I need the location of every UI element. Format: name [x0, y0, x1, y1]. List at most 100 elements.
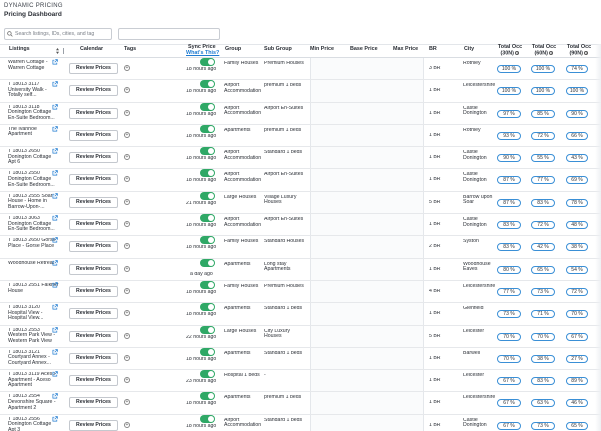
sync-price-toggle[interactable] — [200, 303, 215, 312]
external-link-icon[interactable] — [52, 371, 58, 377]
listing-group[interactable]: Airport Accommodation — [224, 172, 262, 183]
listing-group[interactable]: Large Houses — [224, 329, 262, 335]
add-tag-icon[interactable]: + — [124, 287, 130, 294]
external-link-icon[interactable] — [52, 193, 58, 199]
listing-group[interactable]: Apartments — [224, 262, 262, 268]
review-prices-button[interactable]: Review Prices — [69, 196, 118, 208]
review-prices-button[interactable]: Review Prices — [69, 219, 118, 231]
external-link-icon[interactable] — [52, 326, 58, 333]
review-prices-button[interactable]: Review Prices — [69, 263, 118, 275]
external-link-icon[interactable] — [52, 415, 58, 422]
sync-price-toggle[interactable] — [200, 392, 215, 401]
listing-group[interactable]: Family Houses — [224, 239, 262, 245]
add-tag-icon[interactable]: + — [124, 377, 130, 384]
listing-group[interactable]: Airport Accommodation — [224, 217, 262, 228]
review-prices-button[interactable]: Review Prices — [69, 174, 118, 186]
review-prices-button[interactable]: Review Prices — [69, 330, 118, 342]
listing-group[interactable]: Apartments — [224, 351, 262, 357]
listing-sub-group[interactable]: Standard 1 beds — [264, 418, 308, 424]
sync-price-toggle[interactable] — [200, 280, 215, 289]
listing-sub-group[interactable]: Standard 1 beds — [264, 351, 308, 357]
listing-sub-group[interactable]: - — [264, 373, 308, 379]
add-tag-icon[interactable]: + — [124, 109, 130, 116]
listing-group[interactable]: Hospital 1 beds — [224, 373, 262, 379]
add-tag-icon[interactable]: + — [124, 176, 130, 183]
whats-this-link[interactable]: What's This? — [186, 50, 219, 56]
listing-group[interactable]: Family Houses — [224, 284, 262, 290]
sync-price-toggle[interactable] — [200, 258, 215, 267]
external-link-icon[interactable] — [52, 259, 58, 266]
add-tag-icon[interactable]: + — [124, 65, 130, 71]
add-tag-icon[interactable]: + — [124, 310, 130, 317]
review-prices-button[interactable]: Review Prices — [69, 419, 118, 431]
listing-sub-group[interactable]: Standard 1 beds — [264, 306, 308, 312]
sync-price-toggle[interactable] — [200, 347, 215, 356]
external-link-icon[interactable] — [52, 237, 58, 243]
sync-price-toggle[interactable] — [200, 370, 215, 379]
review-prices-button[interactable]: Review Prices — [69, 308, 118, 320]
add-tag-icon[interactable]: + — [124, 399, 130, 406]
sync-price-toggle[interactable] — [200, 414, 215, 423]
sync-price-toggle[interactable] — [200, 191, 215, 200]
listing-group[interactable]: Large Houses — [224, 195, 262, 201]
review-prices-button[interactable]: Review Prices — [69, 397, 118, 409]
listing-group[interactable]: Airport Accommodation — [224, 150, 262, 161]
sync-price-toggle[interactable] — [200, 102, 215, 111]
review-prices-button[interactable]: Review Prices — [69, 375, 118, 387]
sync-price-toggle[interactable] — [200, 169, 215, 178]
external-link-icon[interactable] — [52, 215, 58, 221]
external-link-icon[interactable] — [52, 103, 58, 110]
sync-price-toggle[interactable] — [200, 214, 215, 223]
add-tag-icon[interactable]: + — [124, 154, 130, 161]
add-tag-icon[interactable]: + — [124, 421, 130, 428]
sync-price-toggle[interactable] — [200, 58, 215, 66]
info-icon[interactable]: i — [515, 50, 520, 55]
listing-sub-group[interactable]: Airport En-Suites — [264, 217, 308, 223]
listing-group[interactable]: Family Houses — [224, 61, 262, 67]
listing-group[interactable]: Apartments — [224, 395, 262, 401]
search-box[interactable] — [4, 28, 112, 40]
listing-sub-group[interactable]: City Luxury Houses — [264, 329, 308, 340]
review-prices-button[interactable]: Review Prices — [69, 152, 118, 164]
review-prices-button[interactable]: Review Prices — [69, 63, 118, 74]
review-prices-button[interactable]: Review Prices — [69, 241, 118, 253]
external-link-icon[interactable] — [52, 393, 58, 399]
external-link-icon[interactable] — [52, 282, 58, 288]
add-tag-icon[interactable]: + — [124, 265, 130, 272]
listing-group[interactable]: Apartments — [224, 306, 262, 312]
listing-sub-group[interactable]: Premium Houses — [264, 61, 308, 67]
listing-sub-group[interactable]: Premium Houses — [264, 284, 308, 290]
review-prices-button[interactable]: Review Prices — [69, 352, 118, 364]
tag-filter-input[interactable] — [118, 28, 220, 40]
listing-sub-group[interactable]: Airport En-Suites — [264, 172, 308, 178]
sync-price-toggle[interactable] — [200, 236, 215, 245]
listing-sub-group[interactable]: Long stay Apartments — [264, 262, 308, 273]
add-tag-icon[interactable]: + — [124, 332, 130, 339]
listing-sub-group[interactable]: premium 1 beds — [264, 395, 308, 401]
external-link-icon[interactable] — [52, 126, 58, 132]
review-prices-button[interactable]: Review Prices — [69, 85, 118, 97]
add-tag-icon[interactable]: + — [124, 87, 130, 94]
sort-icon[interactable] — [56, 48, 59, 54]
review-prices-button[interactable]: Review Prices — [69, 285, 118, 297]
listing-sub-group[interactable]: Airport En-Suites — [264, 106, 308, 112]
search-input[interactable] — [15, 31, 111, 37]
external-link-icon[interactable] — [52, 81, 58, 87]
add-tag-icon[interactable]: + — [124, 131, 130, 138]
listing-group[interactable]: Airport Accommodation — [224, 418, 262, 429]
sync-price-toggle[interactable] — [200, 80, 215, 89]
listing-group[interactable]: Airport Accommodation — [224, 83, 262, 94]
review-prices-button[interactable]: Review Prices — [69, 107, 118, 119]
external-link-icon[interactable] — [52, 349, 58, 355]
external-link-icon[interactable] — [52, 59, 58, 65]
column-resize-handle[interactable] — [63, 48, 64, 54]
info-icon[interactable]: i — [549, 50, 554, 55]
listing-sub-group[interactable]: Village Luxury Houses — [264, 195, 308, 206]
sync-price-toggle[interactable] — [200, 124, 215, 133]
col-listings[interactable]: Listings — [9, 46, 30, 53]
add-tag-icon[interactable]: + — [124, 354, 130, 361]
listing-sub-group[interactable]: premium 1 beds — [264, 83, 308, 89]
external-link-icon[interactable] — [52, 304, 58, 310]
listing-sub-group[interactable]: Standard Houses — [264, 239, 308, 245]
review-prices-button[interactable]: Review Prices — [69, 129, 118, 141]
